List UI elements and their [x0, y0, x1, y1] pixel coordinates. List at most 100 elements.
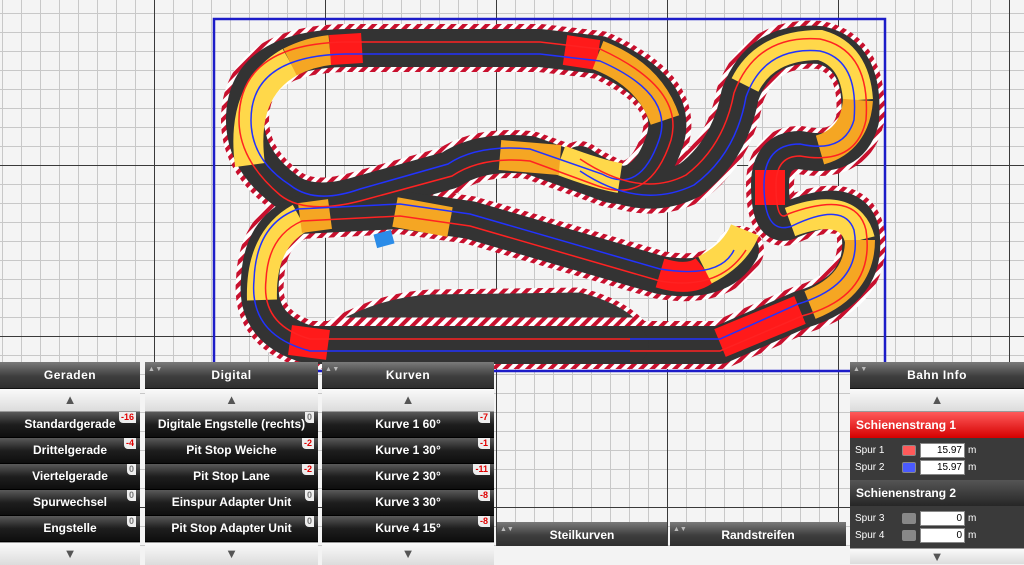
scroll-down-button[interactable]: ▼ — [145, 542, 318, 565]
strang-1-lanes: Spur 1 15.97 m Spur 2 15.97 m — [850, 438, 1024, 480]
scroll-down-button[interactable]: ▼ — [850, 548, 1024, 564]
lane-unit: m — [968, 445, 977, 456]
lane-color-swatch[interactable] — [902, 530, 916, 541]
strang-1-header[interactable]: Schienenstrang 1 — [850, 412, 1024, 438]
piece-label: Pit Stop Weiche — [186, 443, 277, 457]
piece-label: Einspur Adapter Unit — [171, 495, 292, 509]
piece-label: Pit Stop Lane — [193, 469, 270, 483]
lane-unit: m — [968, 530, 977, 541]
down-arrow-icon: ▼ — [930, 549, 944, 564]
lane-length: 0 — [920, 528, 965, 543]
scroll-up-button[interactable]: ▲ — [322, 389, 494, 412]
panel-header: Geraden — [0, 362, 140, 389]
panel-kurven: ▲▼ Kurven ▲ Kurve 1 60° -7 Kurve 1 30° -1 K… — [322, 362, 494, 565]
curve-segment[interactable] — [329, 33, 363, 65]
panel-digital: ▲▼ Digital ▲ Digitale Engstelle (rechts) 0… — [145, 362, 318, 565]
lane-length: 15.97 — [920, 443, 965, 458]
lane-label: Spur 3 — [855, 513, 885, 524]
down-arrow-icon: ▼ — [63, 546, 77, 561]
piece-item[interactable]: Pit Stop Lane -2 — [145, 464, 318, 490]
spin-icon[interactable]: ▲▼ — [853, 365, 867, 385]
curve-segment[interactable] — [562, 35, 601, 70]
piece-count: 0 — [126, 490, 136, 501]
lane-row: Spur 2 15.97 m — [850, 459, 1024, 476]
up-arrow-icon: ▲ — [930, 392, 944, 407]
piece-count: -8 — [477, 490, 490, 501]
piece-label: Digitale Engstelle (rechts) — [157, 417, 306, 431]
up-arrow-icon: ▲ — [63, 392, 77, 407]
piece-item[interactable]: Einspur Adapter Unit 0 — [145, 490, 318, 516]
lane-color-swatch[interactable] — [902, 513, 916, 524]
piece-item[interactable]: Spurwechsel 0 — [0, 490, 140, 516]
scroll-up-button[interactable]: ▲ — [850, 389, 1024, 412]
spin-icon: ▲▼ — [500, 526, 514, 533]
piece-item[interactable]: Kurve 3 30° -8 — [322, 490, 494, 516]
piece-count: -2 — [301, 464, 314, 475]
piece-item[interactable]: Engstelle 0 — [0, 516, 140, 542]
curve-segment[interactable] — [298, 199, 332, 233]
lane-label: Spur 4 — [855, 530, 885, 541]
tab-randstreifen[interactable]: ▲▼ Randstreifen — [670, 522, 846, 546]
piece-item[interactable]: Standardgerade -16 — [0, 412, 140, 438]
pit-lane[interactable] — [325, 287, 647, 323]
piece-label: Engstelle — [43, 521, 97, 535]
up-arrow-icon: ▲ — [225, 392, 238, 407]
lane-unit: m — [968, 513, 977, 524]
piece-count: 0 — [126, 464, 136, 475]
piece-item[interactable]: Pit Stop Weiche -2 — [145, 438, 318, 464]
piece-count: 0 — [304, 412, 314, 423]
piece-count: 0 — [304, 490, 314, 501]
piece-count: 0 — [304, 516, 314, 527]
curve-segment[interactable] — [288, 325, 330, 360]
piece-label: Kurve 1 30° — [375, 443, 441, 457]
piece-label: Kurve 2 30° — [375, 469, 441, 483]
piece-label: Kurve 4 15° — [375, 521, 441, 535]
piece-item[interactable]: Kurve 4 15° -8 — [322, 516, 494, 542]
down-arrow-icon: ▼ — [225, 546, 238, 561]
down-arrow-icon: ▼ — [401, 546, 415, 561]
piece-item[interactable]: Kurve 2 30° -11 — [322, 464, 494, 490]
up-arrow-icon: ▲ — [401, 392, 415, 407]
piece-item[interactable]: Drittelgerade -4 — [0, 438, 140, 464]
lane-color-swatch[interactable] — [902, 462, 916, 473]
scroll-down-button[interactable]: ▼ — [0, 542, 140, 565]
lane-row: Spur 4 0 m — [850, 527, 1024, 544]
lane-color-swatch[interactable] — [902, 445, 916, 456]
panel-geraden: Geraden ▲ Standardgerade -16 Drittelgerad… — [0, 362, 140, 565]
piece-label: Drittelgerade — [32, 443, 108, 457]
piece-item[interactable]: Digitale Engstelle (rechts) 0 — [145, 412, 318, 438]
scroll-up-button[interactable]: ▲ — [145, 389, 318, 412]
piece-label: Kurve 3 30° — [375, 495, 441, 509]
panel-header: ▲▼ Bahn Info — [850, 362, 1024, 389]
piece-label: Viertelgerade — [32, 469, 108, 483]
scroll-up-button[interactable]: ▲ — [0, 389, 140, 412]
piece-count: -7 — [477, 412, 490, 423]
scroll-down-button[interactable]: ▼ — [322, 542, 494, 565]
piece-label: Standardgerade — [24, 417, 116, 431]
lane-unit: m — [968, 462, 977, 473]
panel-header: ▲▼ Digital — [145, 362, 318, 389]
piece-item[interactable]: Kurve 1 30° -1 — [322, 438, 494, 464]
piece-item[interactable]: Pit Stop Adapter Unit 0 — [145, 516, 318, 542]
strang-2-lanes: Spur 3 0 m Spur 4 0 m — [850, 506, 1024, 548]
piece-count: -2 — [301, 438, 314, 449]
spin-icon[interactable]: ▲▼ — [148, 365, 162, 385]
piece-label: Pit Stop Adapter Unit — [171, 521, 292, 535]
lane-label: Spur 1 — [855, 445, 885, 456]
lane-row: Spur 1 15.97 m — [850, 442, 1024, 459]
strang-2-header[interactable]: Schienenstrang 2 — [850, 480, 1024, 506]
curve-segment[interactable] — [803, 239, 875, 319]
panel-header: ▲▼ Kurven — [322, 362, 494, 389]
lane-length: 15.97 — [920, 460, 965, 475]
piece-count: -4 — [123, 438, 136, 449]
piece-count: -11 — [473, 464, 490, 475]
piece-count: -16 — [118, 412, 136, 423]
curve-segment[interactable] — [697, 223, 759, 284]
tab-steilkurven[interactable]: ▲▼ Steilkurven — [497, 522, 667, 546]
lane-length: 0 — [920, 511, 965, 526]
spin-icon[interactable]: ▲▼ — [325, 365, 339, 385]
piece-item[interactable]: Viertelgerade 0 — [0, 464, 140, 490]
piece-count: -8 — [477, 516, 490, 527]
piece-item[interactable]: Kurve 1 60° -7 — [322, 412, 494, 438]
piece-label: Spurwechsel — [32, 495, 108, 509]
